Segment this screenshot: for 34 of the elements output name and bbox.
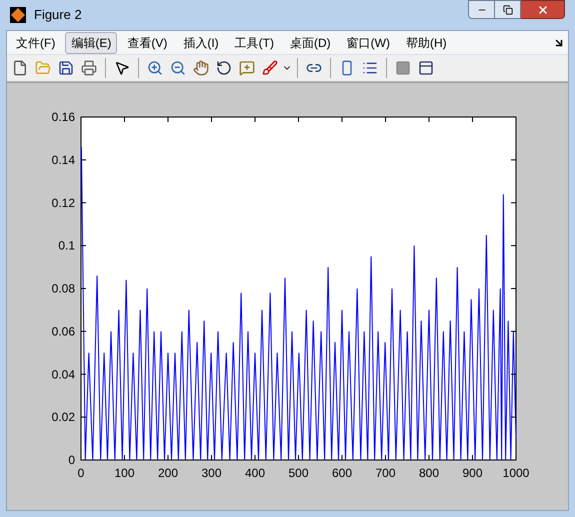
y-tick-label: 0.14 — [52, 152, 75, 167]
menu-item[interactable]: 插入(I) — [177, 32, 225, 54]
y-tick-label: 0.16 — [52, 110, 75, 124]
y-tick-label: 0.12 — [52, 196, 75, 210]
y-tick-label: 0.06 — [52, 324, 75, 338]
menu-item[interactable]: 查看(V) — [121, 32, 174, 54]
x-tick-label: 800 — [418, 466, 440, 480]
menu-item[interactable]: 工具(T) — [228, 32, 280, 54]
y-tick-label: 0 — [68, 453, 75, 467]
x-tick-label: 900 — [462, 466, 483, 480]
x-tick-label: 600 — [332, 466, 352, 480]
x-tick-label: 100 — [114, 466, 135, 480]
x-tick-label: 400 — [244, 466, 266, 480]
menu-item[interactable]: 编辑(E) — [65, 32, 118, 54]
menu-item[interactable]: 帮助(H) — [400, 32, 453, 54]
app-logo-icon — [10, 7, 26, 23]
menu-item[interactable]: 文件(F) — [10, 32, 62, 54]
x-tick-label: 1000 — [502, 466, 530, 480]
y-tick-label: 0.08 — [52, 282, 75, 296]
x-tick-label: 700 — [375, 466, 396, 480]
menu-item[interactable]: 窗口(W) — [340, 32, 396, 54]
maximize-button[interactable] — [495, 0, 521, 19]
y-tick-label: 0.02 — [52, 410, 75, 424]
x-tick-label: 300 — [201, 466, 222, 480]
window-title: Figure 2 — [34, 6, 82, 24]
y-tick-label: 0.04 — [52, 367, 75, 382]
y-tick-label: 0.1 — [58, 238, 75, 253]
x-tick-label: 500 — [288, 466, 309, 480]
close-button[interactable] — [521, 0, 565, 19]
close-icon — [536, 4, 548, 16]
menu-item[interactable]: 桌面(D) — [284, 32, 337, 54]
restore-icon — [502, 4, 512, 14]
x-tick-label: 0 — [78, 466, 84, 480]
x-tick-label: 200 — [158, 466, 178, 480]
